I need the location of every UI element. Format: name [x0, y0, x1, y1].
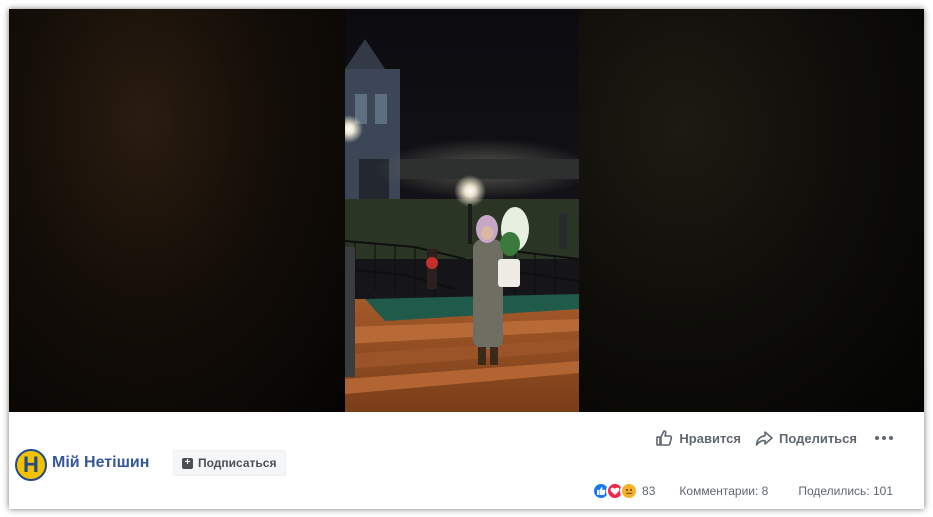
post-actions: Нравится Поделиться — [655, 429, 893, 447]
video-post-card: Н Мій Нетішин + Подписаться Нравится Под… — [9, 9, 924, 509]
video-player[interactable] — [9, 9, 924, 412]
more-dots-icon[interactable] — [875, 436, 893, 440]
reactions-count: 83 — [642, 484, 656, 498]
video-still-image — [345, 9, 579, 412]
like-button[interactable]: Нравится — [655, 429, 741, 447]
reactions-summary[interactable]: 83 — [592, 482, 679, 500]
video-blur-background-left — [9, 9, 345, 412]
post-footer: Н Мій Нетішин + Подписаться Нравится Под… — [9, 412, 924, 509]
post-stats: 83 Комментарии: 8 Поделились: 101 — [592, 482, 893, 500]
shares-count-link[interactable]: Поделились: 101 — [798, 484, 893, 498]
page-avatar[interactable]: Н — [15, 449, 47, 481]
share-label: Поделиться — [778, 430, 857, 446]
subscribe-button[interactable]: + Подписаться — [173, 450, 287, 476]
plus-box-icon: + — [182, 457, 193, 469]
share-arrow-icon — [755, 431, 773, 446]
share-button[interactable]: Поделиться — [755, 429, 857, 447]
thumbs-up-icon — [656, 430, 673, 446]
page-name-link[interactable]: Мій Нетішин — [52, 454, 149, 472]
sad-reaction-icon — [620, 482, 639, 500]
video-blur-background-right — [579, 9, 924, 412]
page-logo-letter: Н — [23, 452, 39, 477]
video-frame[interactable] — [345, 9, 579, 412]
like-label: Нравится — [679, 430, 741, 446]
comments-count-link[interactable]: Комментарии: 8 — [679, 484, 768, 498]
subscribe-label: Подписаться — [198, 456, 277, 470]
